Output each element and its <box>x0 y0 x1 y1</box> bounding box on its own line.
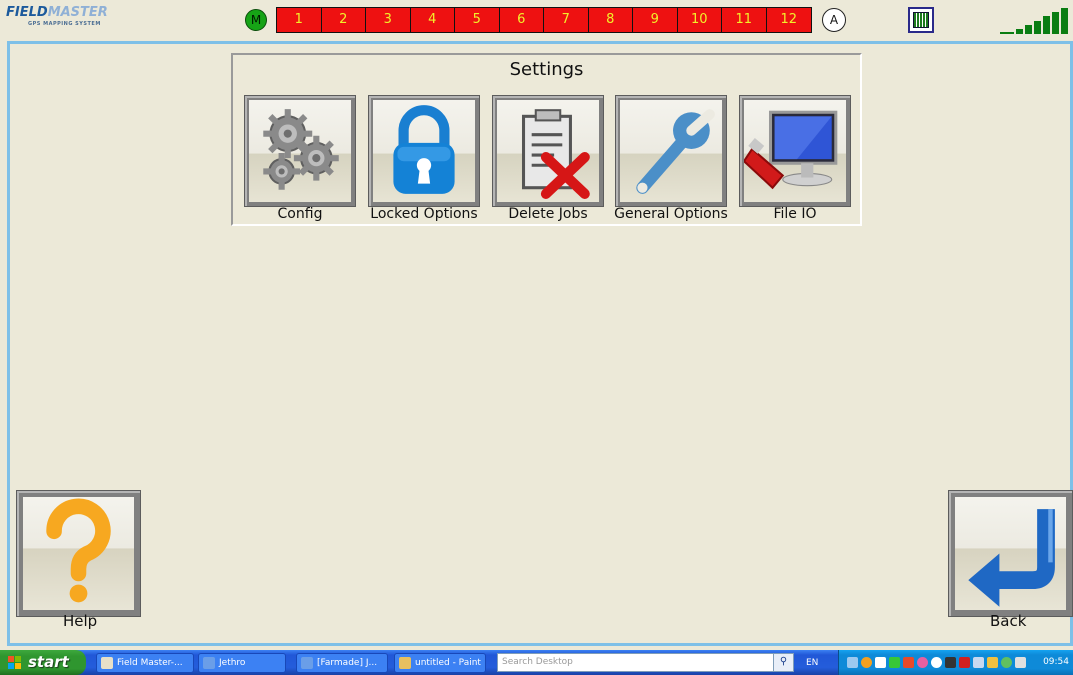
tray-app-icon[interactable] <box>987 657 998 668</box>
start-button[interactable]: start <box>0 650 86 675</box>
general-options-button[interactable] <box>615 95 727 207</box>
section-8[interactable]: 8 <box>588 8 633 32</box>
settings-title: Settings <box>509 59 584 80</box>
question-mark-icon <box>46 498 111 603</box>
section-10[interactable]: 10 <box>677 8 722 32</box>
windows-logo-icon <box>8 656 21 669</box>
clipboard-delete-icon <box>521 109 590 199</box>
tray-app-icon[interactable] <box>875 657 886 668</box>
back-button[interactable] <box>948 490 1073 617</box>
section-11[interactable]: 11 <box>722 8 767 32</box>
settings-panel: Settings Config Locked Options Delete Jo… <box>231 53 862 226</box>
section-9[interactable]: 9 <box>633 8 678 32</box>
config-label: Config <box>277 206 323 222</box>
logo-text-master: MASTER <box>47 5 108 20</box>
general-options-label: General Options <box>614 206 728 222</box>
fieldmaster-logo: FIELDMASTER GPS MAPPING SYSTEM <box>6 5 118 31</box>
windows-taskbar: start Field Master-... Jethro [Farmade] … <box>0 650 1073 675</box>
section-indicators: 1 2 3 4 5 6 7 8 9 10 11 12 <box>276 7 812 33</box>
tray-app-icon[interactable] <box>917 657 928 668</box>
tray-app-icon[interactable] <box>1015 657 1026 668</box>
locked-options-button[interactable] <box>368 95 480 207</box>
tray-app-icon[interactable] <box>861 657 872 668</box>
taskbar-item-paint[interactable]: untitled - Paint <box>394 653 486 673</box>
section-5[interactable]: 5 <box>455 8 500 32</box>
network-icon[interactable] <box>847 657 858 668</box>
clock[interactable]: 09:54 <box>1043 650 1069 675</box>
section-12[interactable]: 12 <box>766 8 811 32</box>
search-icon[interactable]: ⚲ <box>773 654 793 671</box>
wrench-icon <box>636 109 715 194</box>
logo-text-field: FIELD <box>6 5 48 20</box>
main-content-frame: Settings Config Locked Options Delete Jo… <box>7 41 1073 646</box>
return-arrow-icon <box>968 509 1055 607</box>
file-io-button[interactable] <box>739 95 851 207</box>
tray-app-icon[interactable] <box>945 657 956 668</box>
master-switch-indicator[interactable]: M <box>245 9 267 31</box>
system-tray: 09:54 <box>838 650 1073 675</box>
task-label: Jethro <box>219 658 246 668</box>
folder-icon <box>301 657 313 669</box>
tray-app-icon[interactable] <box>903 657 914 668</box>
config-button[interactable] <box>244 95 356 207</box>
delete-jobs-button[interactable] <box>492 95 604 207</box>
signal-strength-icon <box>1000 6 1072 34</box>
search-desktop-input[interactable]: Search Desktop ⚲ <box>497 653 794 672</box>
file-io-label: File IO <box>773 206 817 222</box>
task-label: [Farmade] J... <box>317 658 378 668</box>
delete-jobs-label: Delete Jobs <box>508 206 588 222</box>
taskbar-item-farmade[interactable]: [Farmade] J... <box>296 653 388 673</box>
padlock-icon <box>393 105 455 194</box>
section-1[interactable]: 1 <box>277 8 322 32</box>
section-3[interactable]: 3 <box>366 8 411 32</box>
taskbar-item-jethro[interactable]: Jethro <box>198 653 286 673</box>
taskbar-item-field-master[interactable]: Field Master-... <box>96 653 194 673</box>
tray-app-icon[interactable] <box>889 657 900 668</box>
section-2[interactable]: 2 <box>321 8 366 32</box>
locked-options-label: Locked Options <box>370 206 478 222</box>
gears-icon <box>263 109 339 190</box>
paint-icon <box>399 657 411 669</box>
usb-computer-icon <box>744 110 838 190</box>
tray-app-icon[interactable] <box>973 657 984 668</box>
section-6[interactable]: 6 <box>499 8 544 32</box>
section-4[interactable]: 4 <box>410 8 455 32</box>
tray-app-icon[interactable] <box>931 657 942 668</box>
tray-app-icon[interactable] <box>959 657 970 668</box>
battery-icon <box>908 7 934 33</box>
task-label: Field Master-... <box>117 658 183 668</box>
language-indicator[interactable]: EN <box>806 654 818 672</box>
task-label: untitled - Paint <box>415 658 481 668</box>
app-window-icon <box>101 657 113 669</box>
auto-mode-indicator[interactable]: A <box>822 8 846 32</box>
back-label: Back <box>990 612 1027 630</box>
section-7[interactable]: 7 <box>544 8 589 32</box>
search-placeholder: Search Desktop <box>502 657 573 667</box>
tray-app-icon[interactable] <box>1001 657 1012 668</box>
status-bar: FIELDMASTER GPS MAPPING SYSTEM M 1 2 3 4… <box>0 0 1073 40</box>
help-label: Help <box>63 612 98 630</box>
help-button[interactable] <box>16 490 141 617</box>
start-label: start <box>28 653 69 671</box>
logo-subtitle: GPS MAPPING SYSTEM <box>28 21 101 27</box>
folder-icon <box>203 657 215 669</box>
